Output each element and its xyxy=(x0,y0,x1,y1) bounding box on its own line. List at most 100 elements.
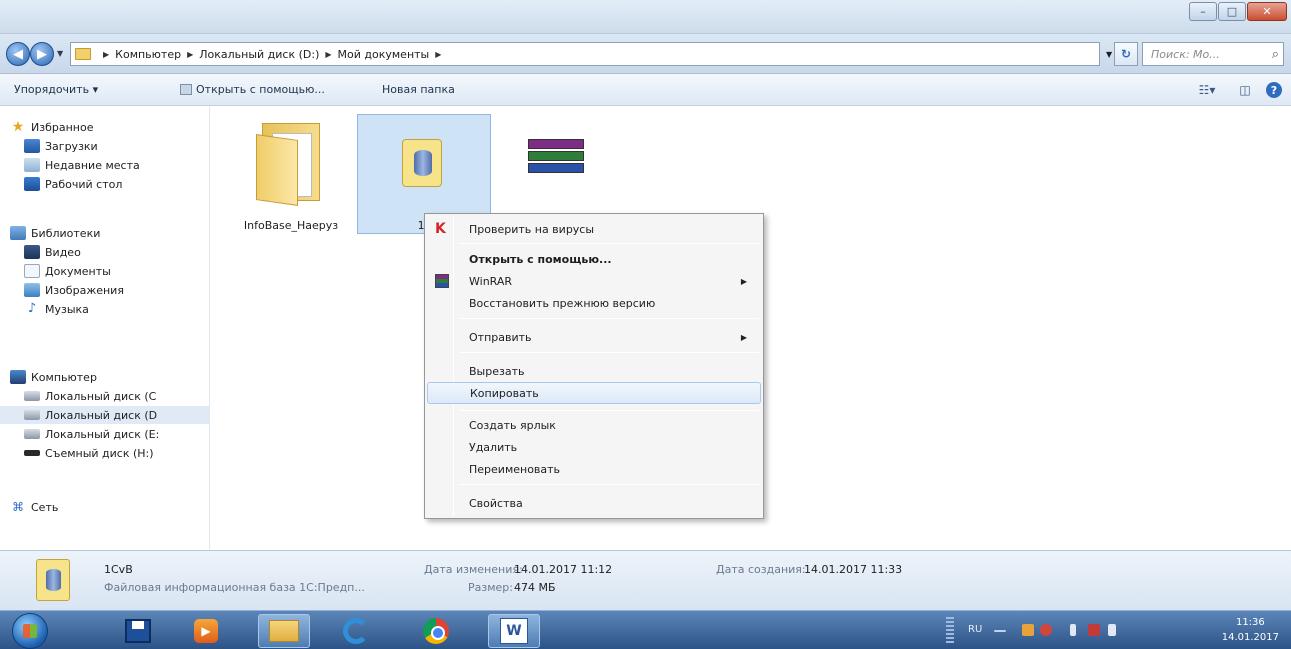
address-dropdown-icon[interactable]: ▼ xyxy=(1106,50,1112,59)
kaspersky-icon: K xyxy=(435,221,446,237)
search-icon[interactable]: ⌕ xyxy=(1272,47,1279,62)
menu-item-delete[interactable]: Удалить xyxy=(427,436,761,458)
refresh-button[interactable]: ↻ xyxy=(1114,42,1138,66)
breadcrumb-chevron-icon[interactable]: ▶ xyxy=(435,50,441,59)
context-menu: K Проверить на вирусы Открыть с помощью..… xyxy=(424,213,764,519)
minimize-button[interactable]: – xyxy=(1189,2,1217,21)
maximize-button[interactable]: □ xyxy=(1218,2,1246,21)
menu-item-open-with[interactable]: Открыть с помощью... xyxy=(427,248,761,270)
menu-item-winrar[interactable]: WinRAR ▶ xyxy=(427,270,761,292)
tray-app-icon[interactable] xyxy=(1022,624,1034,636)
forward-button[interactable]: ▶ xyxy=(30,42,54,66)
preview-pane-icon[interactable]: ◫ xyxy=(1234,80,1256,100)
open-with-button[interactable]: Открыть с помощью... xyxy=(180,83,325,96)
organize-button[interactable]: Упорядочить ▾ xyxy=(14,83,98,96)
sidebar-item-video[interactable]: Видео xyxy=(24,243,81,261)
sidebar-item-computer[interactable]: Компьютер xyxy=(10,368,97,386)
navigation-pane: ★ Избранное Загрузки Недавние места Рабоч… xyxy=(0,106,210,550)
recent-places-icon xyxy=(24,158,40,172)
address-row: ◀ ▶ ▼ ▶ Компьютер ▶ Локальный диск (D:) … xyxy=(0,34,1291,74)
sidebar-item-label: Локальный диск (D xyxy=(45,408,158,422)
sidebar-item-images[interactable]: Изображения xyxy=(24,281,124,299)
breadcrumb-computer[interactable]: Компьютер xyxy=(115,48,181,61)
tray-minimize-icon[interactable] xyxy=(994,630,1006,632)
sidebar-item-downloads[interactable]: Загрузки xyxy=(24,137,98,155)
taskbar-app-save[interactable] xyxy=(112,614,164,648)
sidebar-item-libraries[interactable]: Библиотеки xyxy=(10,224,100,242)
sidebar-item-music[interactable]: ♪ Музыка xyxy=(24,300,89,318)
submenu-arrow-icon: ▶ xyxy=(740,332,747,342)
floppy-disk-icon xyxy=(125,619,151,643)
sidebar-item-disk-e[interactable]: Локальный диск (E: xyxy=(24,425,159,443)
details-size-label: Размер: xyxy=(468,581,513,594)
breadcrumb-chevron-icon[interactable]: ▶ xyxy=(103,50,109,59)
menu-item-cut[interactable]: Вырезать xyxy=(427,360,761,382)
menu-item-rename[interactable]: Переименовать xyxy=(427,458,761,480)
sidebar-item-label: Загрузки xyxy=(45,139,98,153)
downloads-icon xyxy=(24,139,40,153)
view-options-icon[interactable]: ☷▾ xyxy=(1196,80,1218,100)
sidebar-item-network[interactable]: ⌘ Сеть xyxy=(10,498,58,516)
sidebar-item-favorites[interactable]: ★ Избранное xyxy=(10,118,94,136)
sidebar-item-desktop[interactable]: Рабочий стол xyxy=(24,175,122,193)
volume-icon[interactable] xyxy=(1108,624,1116,636)
explorer-folder-icon xyxy=(269,620,299,642)
menu-item-copy[interactable]: Копировать xyxy=(427,382,761,404)
database-icon xyxy=(402,139,442,187)
desktop-icon xyxy=(24,177,40,191)
menu-item-label: Создать ярлык xyxy=(469,418,556,432)
menu-item-send-to[interactable]: Отправить ▶ xyxy=(427,326,761,348)
breadcrumb-chevron-icon[interactable]: ▶ xyxy=(187,50,193,59)
menu-item-label: Свойства xyxy=(469,496,523,510)
address-bar[interactable]: ▶ Компьютер ▶ Локальный диск (D:) ▶ Мой … xyxy=(70,42,1100,66)
system-disk-icon xyxy=(24,391,40,401)
taskbar-app-media-player[interactable]: ▶ xyxy=(180,614,232,648)
database-icon xyxy=(36,559,70,601)
sidebar-item-label: Видео xyxy=(45,245,81,259)
back-button[interactable]: ◀ xyxy=(6,42,30,66)
language-indicator[interactable]: RU xyxy=(968,624,982,635)
tray-antivirus-icon[interactable] xyxy=(1040,624,1052,636)
start-button[interactable] xyxy=(12,613,48,649)
taskbar-app-word[interactable]: W xyxy=(488,614,540,648)
documents-icon xyxy=(24,264,40,278)
taskbar-app-chrome[interactable] xyxy=(410,614,462,648)
breadcrumb-disk-d[interactable]: Локальный диск (D:) xyxy=(199,48,319,61)
details-size-value: 474 МБ xyxy=(514,581,556,594)
network-icon[interactable] xyxy=(1088,624,1100,636)
file-item-folder[interactable]: InfoBase_Наеруз xyxy=(223,114,357,234)
breadcrumb-my-documents[interactable]: Мой документы xyxy=(338,48,430,61)
sidebar-item-disk-d[interactable]: Локальный диск (D xyxy=(0,406,209,424)
sidebar-item-label: Компьютер xyxy=(31,370,97,384)
menu-item-create-shortcut[interactable]: Создать ярлык xyxy=(427,414,761,436)
sidebar-item-label: Локальный диск (E: xyxy=(45,427,160,441)
taskbar-app-explorer[interactable] xyxy=(258,614,310,648)
clock[interactable]: 11:36 14.01.2017 xyxy=(1222,615,1279,645)
search-input[interactable]: Поиск: Мо... ⌕ xyxy=(1142,42,1284,66)
open-with-label: Открыть с помощью... xyxy=(196,83,325,96)
sidebar-item-documents[interactable]: Документы xyxy=(24,262,111,280)
tray-flag-icon[interactable] xyxy=(1070,624,1076,636)
details-created-label: Дата создания: xyxy=(716,563,806,576)
menu-item-label: Переименовать xyxy=(469,462,561,476)
sidebar-item-recent[interactable]: Недавние места xyxy=(24,156,140,174)
help-icon[interactable]: ? xyxy=(1266,82,1282,98)
sidebar-item-label: Избранное xyxy=(31,120,94,134)
new-folder-button[interactable]: Новая папка xyxy=(382,83,455,96)
details-pane: 1CvB Файловая информационная база 1С:Пре… xyxy=(0,550,1291,610)
menu-item-properties[interactable]: Свойства xyxy=(427,492,761,514)
sidebar-item-disk-c[interactable]: Локальный диск (C xyxy=(24,387,156,405)
folder-icon xyxy=(75,48,91,60)
sidebar-item-removable[interactable]: Съемный диск (H:) xyxy=(24,444,154,462)
menu-item-restore[interactable]: Восстановить прежнюю версию xyxy=(427,292,761,314)
menu-item-scan[interactable]: K Проверить на вирусы xyxy=(427,218,761,240)
breadcrumb-chevron-icon[interactable]: ▶ xyxy=(325,50,331,59)
close-button[interactable]: ✕ xyxy=(1247,2,1287,21)
file-name: InfoBase_Наеруз xyxy=(243,219,339,232)
recent-pages-dropdown[interactable]: ▼ xyxy=(57,49,63,58)
sidebar-item-label: Документы xyxy=(45,264,111,278)
taskbar-app-ccleaner[interactable] xyxy=(330,614,382,648)
search-placeholder: Поиск: Мо... xyxy=(1151,47,1220,61)
window-controls: – □ ✕ xyxy=(1188,2,1287,21)
images-icon xyxy=(24,283,40,297)
